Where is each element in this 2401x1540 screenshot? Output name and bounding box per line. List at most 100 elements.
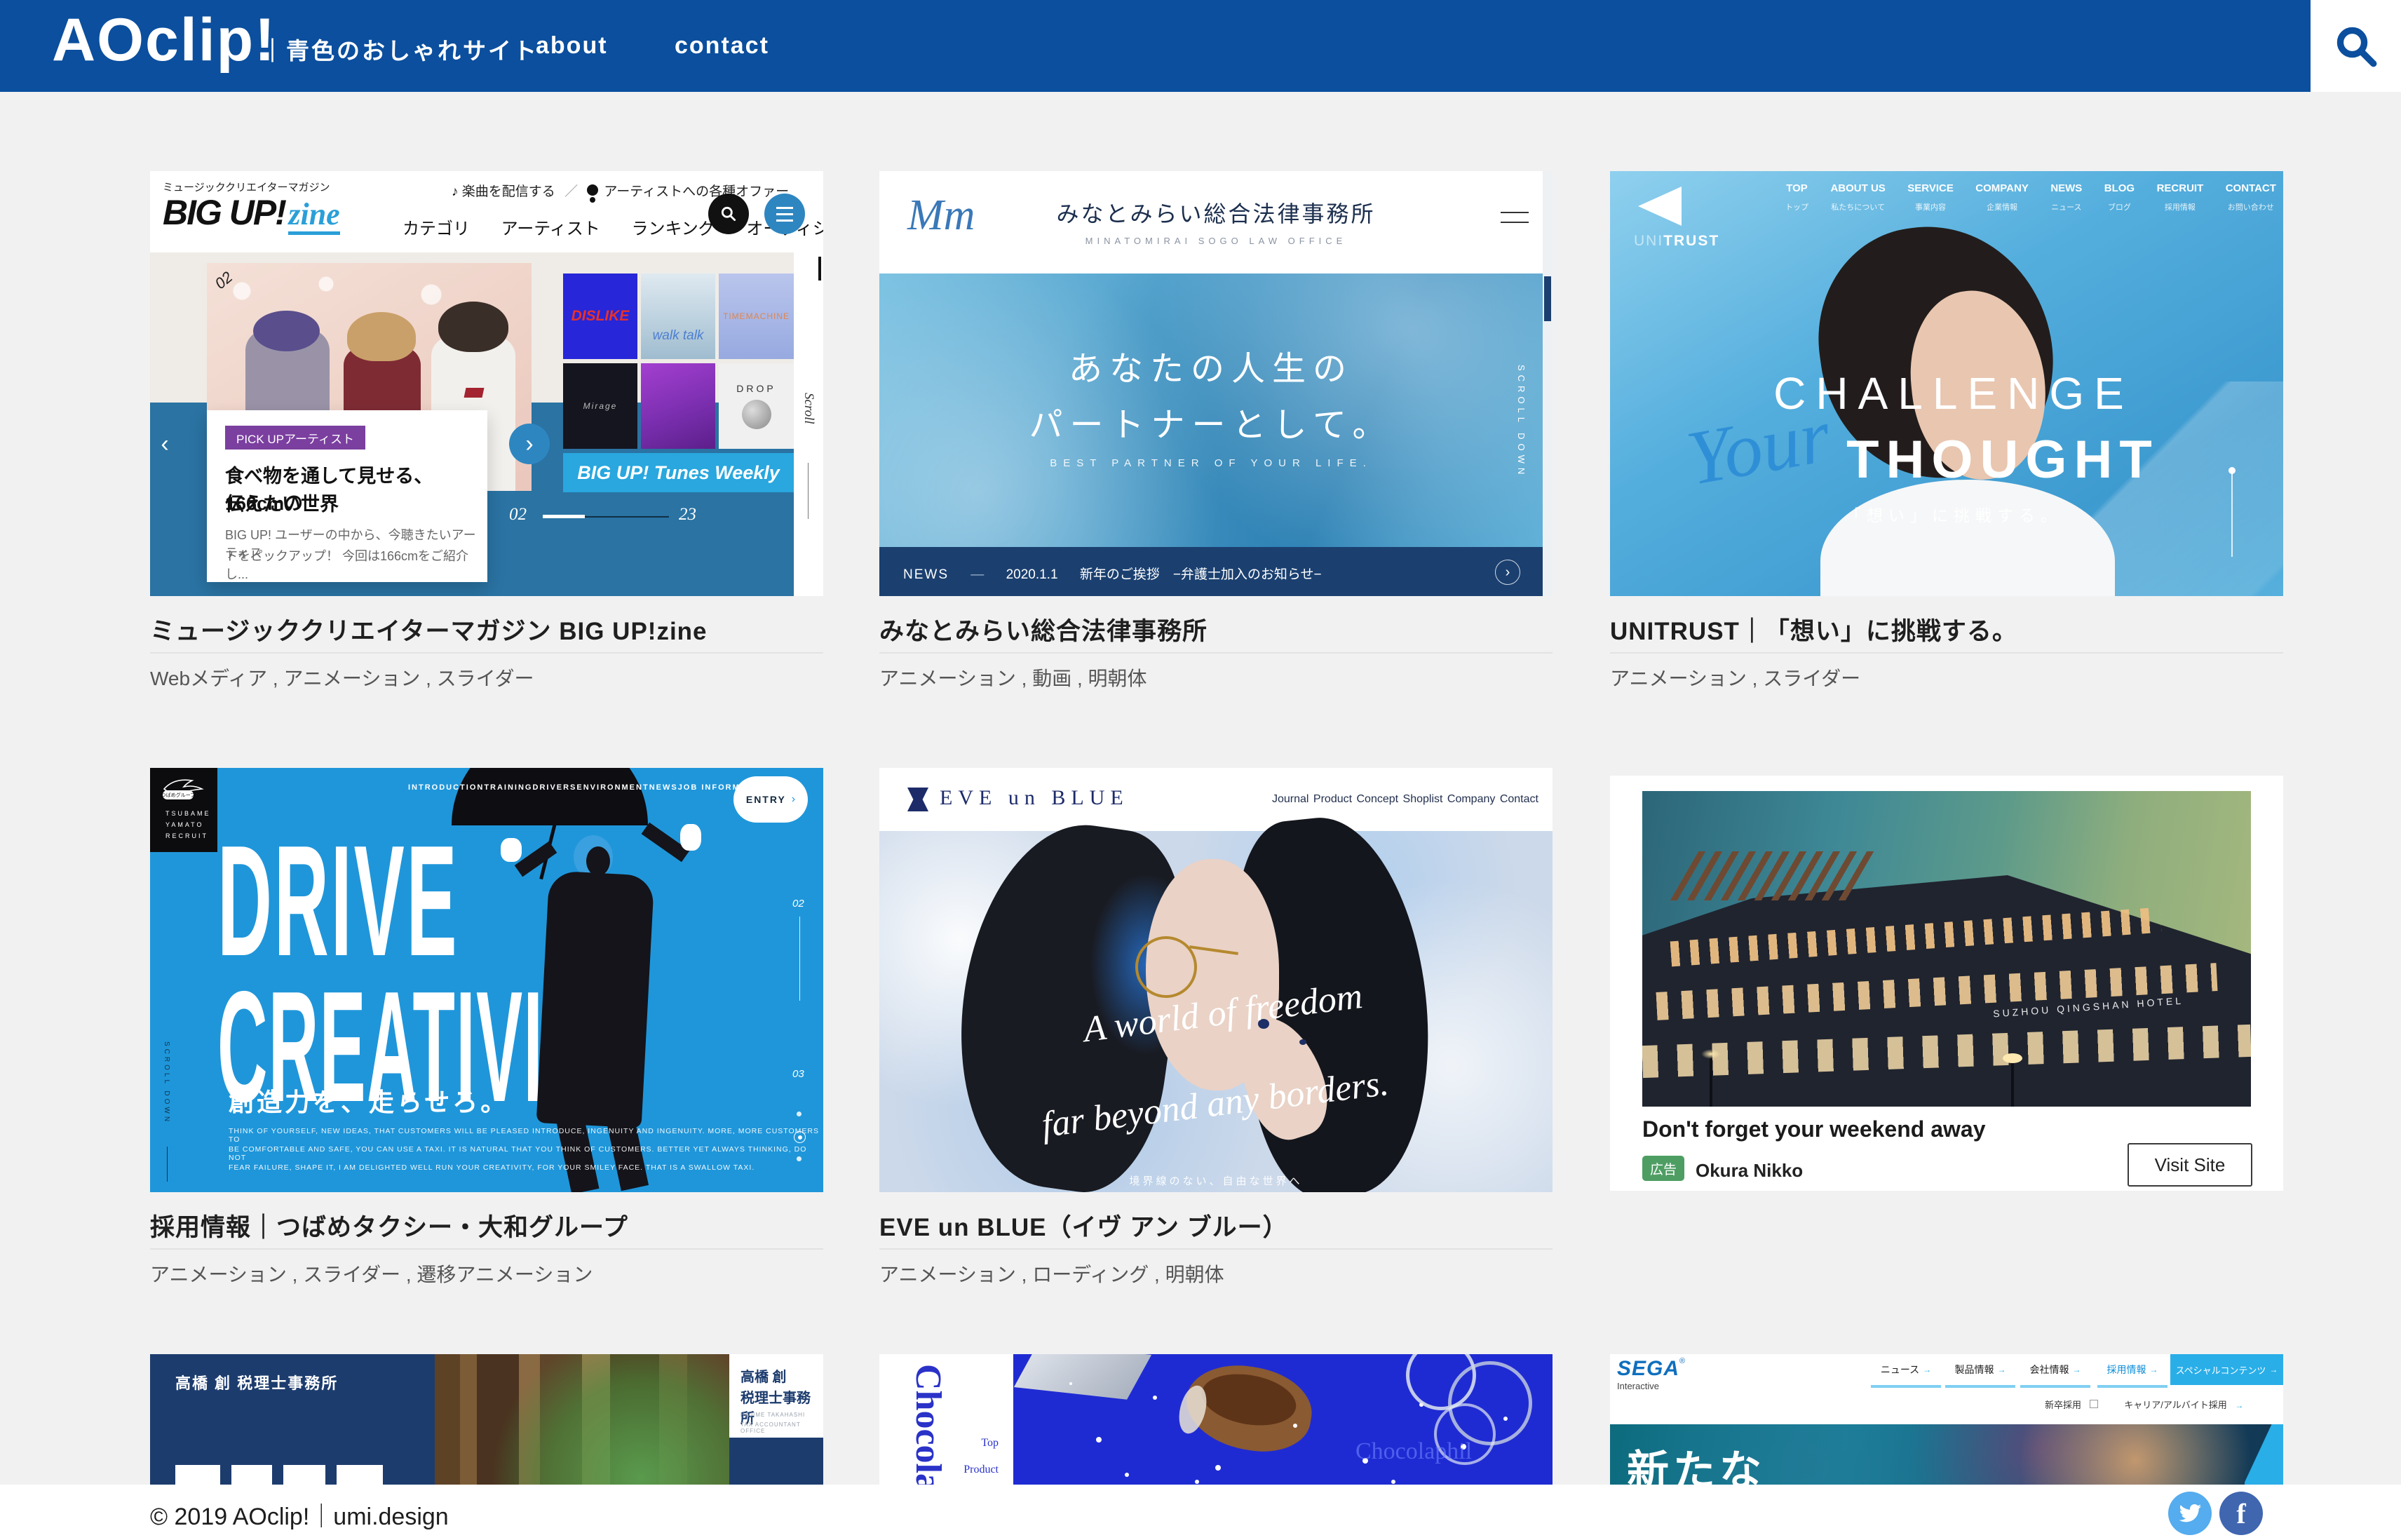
sega-logo[interactable]: SEGA® Interactive — [1617, 1357, 1685, 1391]
choco-nav-product[interactable]: Product — [926, 1464, 999, 1476]
nav-about[interactable]: about — [536, 32, 608, 59]
search-button[interactable] — [2311, 0, 2401, 92]
unitrust-nav-recruit[interactable]: RECRUIT採用情報 — [2157, 182, 2204, 231]
sega-tab-company[interactable]: 会社情報→ — [2020, 1354, 2090, 1388]
takahashi-panel-en2: TAX ACCOUNTANT OFFICE — [740, 1421, 823, 1434]
nav-en: CONTACT — [2226, 182, 2276, 194]
slider-pagination: 02 23 — [509, 505, 719, 533]
work-card-tsubame[interactable]: DRIVE CREATIVITY つばめグループ TSUBAME YAMATO … — [150, 768, 823, 1192]
bigup-util-distribute[interactable]: 楽曲を配信する — [462, 184, 555, 199]
work-tags[interactable]: アニメーション , スライダー — [1610, 663, 1860, 691]
album-tile-drop[interactable]: DROP — [719, 363, 794, 449]
bigup-search-button[interactable] — [708, 194, 749, 234]
nav-en: NEWS — [2050, 182, 2082, 194]
sega-tab-news[interactable]: ニュース→ — [1871, 1354, 1941, 1388]
news-text[interactable]: 新年のご挨拶 −弁護士加入のお知らせ− — [1080, 567, 1322, 582]
album-tile-mirage[interactable]: Mirage — [563, 363, 637, 449]
scrollbar-thumb[interactable] — [818, 257, 821, 281]
minato-menu-button[interactable] — [1501, 212, 1529, 226]
work-title[interactable]: 採用情報｜つばめタクシー・大和グループ — [150, 1208, 628, 1243]
twitter-button[interactable] — [2168, 1492, 2212, 1535]
visit-site-button[interactable]: Visit Site — [2128, 1143, 2252, 1187]
work-tags[interactable]: Webメディア , アニメーション , スライダー — [150, 663, 534, 691]
tab-label: ニュース — [1881, 1363, 1919, 1377]
slider-next-button[interactable]: › — [509, 424, 550, 464]
minato-hero-line2: パートナーとして。 — [879, 397, 1543, 446]
news-arrow-button[interactable]: › — [1495, 560, 1520, 585]
entry-button[interactable]: ENTRY › — [733, 776, 808, 823]
work-title[interactable]: みなとみらい総合法律事務所 — [879, 612, 1208, 647]
ad-photo[interactable]: SUZHOU QINGSHAN HOTEL — [1642, 791, 2251, 1107]
work-card-eveunblue[interactable]: EVE un BLUE Journal Product Concept Shop… — [879, 768, 1553, 1192]
eve-nav-journal[interactable]: Journal — [1272, 793, 1308, 806]
minato-scrollbar[interactable] — [1543, 171, 1553, 596]
nav-en: BLOG — [2104, 182, 2135, 194]
album-tile-timemachine[interactable]: TIMEMACHINE — [719, 273, 794, 359]
facebook-button[interactable]: f — [2219, 1492, 2263, 1535]
work-card-sega[interactable]: SEGA® Interactive ニュース→ 製品情報→ 会社情報→ 採用情報… — [1610, 1354, 2283, 1485]
pickup-card[interactable]: PICK UPアーティスト 食べ物を通して見せる、166cmの 伝えたい世界 B… — [207, 410, 487, 582]
takahashi-panel-name1: 高橋 創 — [740, 1365, 787, 1386]
ad-headline[interactable]: Don't forget your weekend away — [1642, 1116, 1985, 1142]
sega-tab-recruit[interactable]: 採用情報→ — [2097, 1354, 2167, 1388]
bigup-menu-button[interactable] — [764, 194, 805, 234]
tsubame-nav-drivers[interactable]: DRIVERS — [533, 783, 577, 792]
eve-nav-company[interactable]: Company — [1447, 793, 1495, 806]
work-card-chocolaphil[interactable]: Chocolaphil Top Product Chocolaphil — [879, 1354, 1553, 1485]
work-title[interactable]: ミュージッククリエイターマガジン BIG UP!zine — [150, 612, 708, 647]
page-track[interactable] — [585, 516, 669, 518]
work-tags[interactable]: アニメーション , ローディング , 明朝体 — [879, 1259, 1224, 1288]
bigup-nav-ranking[interactable]: ランキング — [631, 219, 715, 238]
work-card-bigupzine[interactable]: ミュージッククリエイターマガジン BIG UP! zine ♪ 楽曲を配信する … — [150, 171, 823, 596]
page-bar[interactable] — [543, 515, 585, 518]
ad-sponsor: Okura Nikko — [1696, 1160, 1803, 1182]
eve-nav-concept[interactable]: Concept — [1357, 793, 1399, 806]
site-logo[interactable]: AOclip! — [52, 6, 276, 75]
bigup-util-offer[interactable]: アーティストへの各種オファー — [604, 184, 789, 199]
album-tile-dislike[interactable]: DISLIKE — [563, 273, 637, 359]
work-tags[interactable]: アニメーション , 動画 , 明朝体 — [879, 663, 1147, 691]
nav-contact[interactable]: contact — [675, 32, 769, 59]
unitrust-nav-news[interactable]: NEWSニュース — [2050, 182, 2082, 231]
bigup-header: ミュージッククリエイターマガジン BIG UP! zine ♪ 楽曲を配信する … — [150, 171, 823, 252]
nav-en: SERVICE — [1907, 182, 1954, 194]
scrollbar-thumb[interactable] — [1544, 276, 1551, 321]
work-card-takahashi[interactable]: 高橋 創 税理士事務所 高橋 創 税理士事務所 HAJIME TAKAHASHI… — [150, 1354, 823, 1485]
bigup-nav-artist[interactable]: アーティスト — [501, 219, 600, 238]
album-tile-duo[interactable] — [641, 363, 715, 449]
work-tags[interactable]: アニメーション , スライダー , 遷移アニメーション — [150, 1259, 593, 1288]
tsubame-nav-training[interactable]: TRAINING — [484, 783, 532, 792]
eve-nav-contact[interactable]: Contact — [1500, 793, 1538, 806]
sega-subnav-newgrad[interactable]: 新卒採用 — [2045, 1400, 2081, 1410]
eve-site-name[interactable]: EVE un BLUE — [940, 786, 1129, 810]
work-card-unitrust[interactable]: UNITRUST TOPトップ ABOUT US私たちについて SERVICE事… — [1610, 171, 2283, 596]
tsubame-nav-introduction[interactable]: INTRODUCTION — [408, 783, 484, 792]
page-dot-3[interactable] — [797, 1156, 802, 1161]
unitrust-nav-blog[interactable]: BLOGブログ — [2104, 182, 2135, 231]
sega-tab-products[interactable]: 製品情報→ — [1945, 1354, 2015, 1388]
work-title[interactable]: UNITRUST｜「想い」に挑戦する。 — [1610, 612, 2017, 647]
unitrust-nav-service[interactable]: SERVICE事業内容 — [1907, 182, 1954, 231]
page-dot-1[interactable] — [797, 1112, 802, 1116]
album-tile-walktalk[interactable]: walk talk — [641, 273, 715, 359]
unitrust-logo[interactable]: UNITRUST — [1634, 187, 1746, 250]
eve-nav-shoplist[interactable]: Shoplist — [1403, 793, 1443, 806]
tunes-weekly-banner[interactable]: BIG UP! Tunes Weekly — [563, 453, 794, 492]
unitrust-nav-company[interactable]: COMPANY企業情報 — [1975, 182, 2029, 231]
tsubame-nav-news[interactable]: NEWS — [649, 783, 678, 792]
ad-card[interactable]: SUZHOU QINGSHAN HOTEL Don't forget your … — [1610, 776, 2283, 1191]
sega-tab-special[interactable]: スペシャルコンテンツ→ — [2170, 1354, 2283, 1385]
bigup-nav-category[interactable]: カテゴリ — [403, 219, 470, 238]
choco-nav-top[interactable]: Top — [947, 1437, 999, 1450]
unitrust-nav-about[interactable]: ABOUT US私たちについて — [1830, 182, 1885, 231]
page-dot-2-active[interactable] — [794, 1131, 806, 1143]
tsubame-nav-environment[interactable]: ENVIRONMENT — [576, 783, 649, 792]
ad-badge-label: 広告 — [1650, 1159, 1677, 1178]
unitrust-nav-top[interactable]: TOPトップ — [1785, 182, 1808, 231]
minato-news-bar[interactable]: NEWS ― 2020.1.1 新年のご挨拶 −弁護士加入のお知らせ− › — [879, 547, 1543, 596]
work-card-minatomirai[interactable]: Mm みなとみらい総合法律事務所 MINATOMIRAI SOGO LAW OF… — [879, 171, 1553, 596]
eve-nav-product[interactable]: Product — [1313, 793, 1352, 806]
sega-subnav-career[interactable]: キャリア/アルバイト採用 — [2124, 1400, 2226, 1410]
work-title[interactable]: EVE un BLUE（イヴ アン ブルー） — [879, 1208, 1288, 1243]
unitrust-nav-contact[interactable]: CONTACTお問い合わせ — [2226, 182, 2276, 231]
